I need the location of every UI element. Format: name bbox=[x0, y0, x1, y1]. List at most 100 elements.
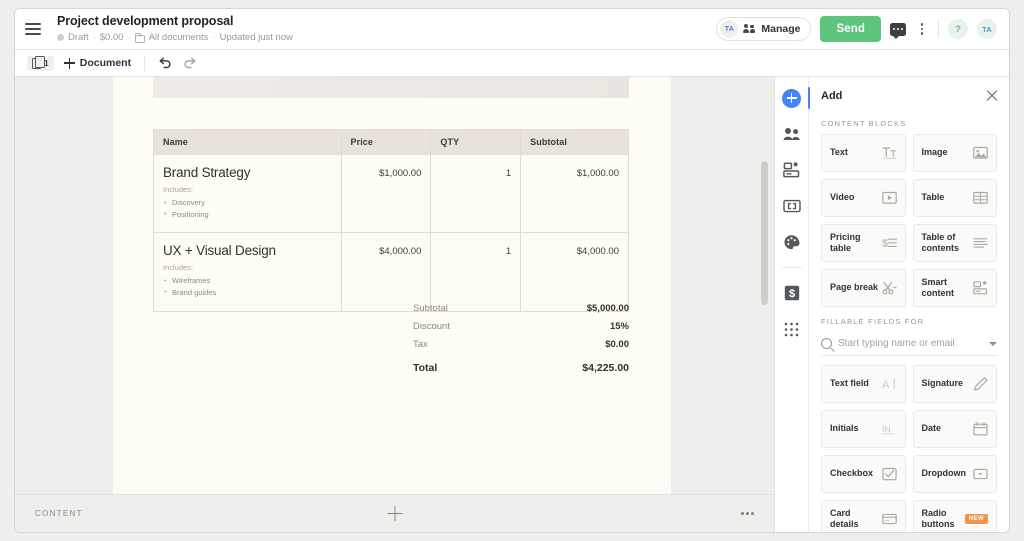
totals-row-discount: Discount 15% bbox=[413, 317, 629, 335]
pricing-table[interactable]: Name Price QTY Subtotal Brand Strategy I… bbox=[153, 129, 629, 312]
image-icon bbox=[973, 146, 988, 160]
document-amount: $0.00 bbox=[100, 33, 124, 43]
list-item: Wireframes bbox=[163, 275, 332, 287]
block-tile-pricing-table[interactable]: Pricing table $ bbox=[821, 224, 906, 262]
cell-name[interactable]: Brand Strategy Includes: Discovery Posit… bbox=[154, 155, 342, 233]
calendar-icon bbox=[973, 422, 988, 436]
page-count: 1 bbox=[44, 58, 49, 68]
app-root: Project development proposal Draft · $0.… bbox=[0, 0, 1024, 541]
text-field-icon: A bbox=[882, 377, 897, 391]
field-tile-date[interactable]: Date bbox=[913, 410, 998, 448]
rail-item-recipients[interactable] bbox=[781, 123, 803, 145]
page-title: Project development proposal bbox=[57, 15, 716, 29]
block-tile-table[interactable]: Table bbox=[913, 179, 998, 217]
grid-icon bbox=[784, 322, 799, 337]
document-canvas[interactable]: Name Price QTY Subtotal Brand Strategy I… bbox=[15, 77, 774, 532]
totals-row-total: Total $4,225.00 bbox=[413, 358, 629, 377]
block-tile-page-break[interactable]: Page break bbox=[821, 269, 906, 307]
card-icon bbox=[882, 512, 897, 526]
manage-button[interactable]: TA Manage bbox=[716, 17, 811, 41]
manage-label: Manage bbox=[761, 23, 800, 35]
rail-item-theme[interactable] bbox=[781, 231, 803, 253]
field-tile-radio-buttons[interactable]: Radio buttons NEW bbox=[913, 500, 998, 532]
list-item: Discovery bbox=[163, 197, 332, 209]
content-blocks-label: CONTENT BLOCKS bbox=[809, 109, 1009, 134]
document-meta: Project development proposal Draft · $0.… bbox=[57, 15, 716, 43]
svg-text:$: $ bbox=[788, 288, 794, 300]
plus-icon bbox=[64, 58, 75, 69]
separator: · bbox=[93, 33, 96, 43]
totals-value: 15% bbox=[610, 321, 629, 332]
table-header-row: Name Price QTY Subtotal bbox=[154, 130, 629, 155]
tile-label: Radio buttons bbox=[922, 508, 965, 531]
tile-label: Table of contents bbox=[922, 232, 974, 255]
divider bbox=[144, 56, 145, 71]
block-tile-table-of-contents[interactable]: Table of contents bbox=[913, 224, 998, 262]
svg-text:$: $ bbox=[882, 238, 888, 249]
tile-label: Checkbox bbox=[830, 468, 873, 479]
block-tile-video[interactable]: Video bbox=[821, 179, 906, 217]
document-page[interactable]: Name Price QTY Subtotal Brand Strategy I… bbox=[113, 77, 671, 505]
totals-label: Tax bbox=[413, 339, 428, 350]
column-header-name: Name bbox=[154, 130, 342, 155]
block-tile-text[interactable]: Text bbox=[821, 134, 906, 172]
rail-item-add-block[interactable] bbox=[781, 87, 803, 109]
recipient-search[interactable]: Start typing name or email bbox=[821, 332, 997, 356]
block-tile-smart-content[interactable]: Smart content bbox=[913, 269, 998, 307]
rail-item-variables[interactable] bbox=[781, 195, 803, 217]
user-avatar[interactable]: TA bbox=[977, 19, 997, 39]
updated-timestamp: Updated just now bbox=[220, 33, 293, 43]
redo-icon[interactable] bbox=[182, 57, 196, 69]
help-button[interactable]: ? bbox=[948, 19, 968, 39]
totals-value: $0.00 bbox=[605, 339, 629, 350]
hero-image[interactable] bbox=[153, 77, 629, 98]
add-content-button[interactable] bbox=[387, 506, 402, 521]
field-tile-dropdown[interactable]: Dropdown bbox=[913, 455, 998, 493]
totals-label: Discount bbox=[413, 321, 450, 332]
item-name: Brand Strategy bbox=[163, 165, 332, 180]
folder-name[interactable]: All documents bbox=[149, 33, 209, 43]
fillable-fields-label: FILLABLE FIELDS FOR bbox=[809, 307, 1009, 332]
close-icon[interactable] bbox=[985, 89, 999, 103]
cell-name[interactable]: UX + Visual Design Includes: Wireframes … bbox=[154, 233, 342, 311]
block-tile-image[interactable]: Image bbox=[913, 134, 998, 172]
search-input[interactable]: Start typing name or email bbox=[838, 338, 983, 349]
kebab-menu-icon[interactable] bbox=[915, 21, 929, 37]
svg-text:IN: IN bbox=[882, 424, 890, 434]
cell-qty[interactable]: 1 bbox=[431, 155, 521, 233]
totals-row-subtotal: Subtotal $5,000.00 bbox=[413, 299, 629, 317]
text-icon bbox=[882, 146, 897, 160]
totals-summary: Subtotal $5,000.00 Discount 15% Tax $0.0… bbox=[413, 299, 629, 377]
field-tile-text-field[interactable]: Text field A bbox=[821, 365, 906, 403]
totals-value: $5,000.00 bbox=[587, 303, 629, 314]
table-icon bbox=[973, 191, 988, 205]
rail-item-pricing[interactable]: $ bbox=[781, 282, 803, 304]
field-tile-signature[interactable]: Signature bbox=[913, 365, 998, 403]
page-count-chip[interactable]: 1 bbox=[27, 56, 54, 71]
table-of-contents-icon bbox=[973, 236, 988, 250]
add-document-button[interactable]: Document bbox=[64, 57, 131, 69]
field-tile-checkbox[interactable]: Checkbox bbox=[821, 455, 906, 493]
field-tile-card-details[interactable]: Card details bbox=[821, 500, 906, 532]
chevron-down-icon[interactable] bbox=[989, 342, 997, 346]
hamburger-icon[interactable] bbox=[25, 18, 47, 40]
cell-subtotal[interactable]: $1,000.00 bbox=[521, 155, 629, 233]
initials-icon: IN bbox=[882, 422, 897, 436]
table-row[interactable]: Brand Strategy Includes: Discovery Posit… bbox=[154, 155, 629, 233]
canvas-scrollbar[interactable] bbox=[761, 77, 768, 532]
scrollbar-thumb[interactable] bbox=[761, 161, 768, 305]
chat-icon[interactable] bbox=[890, 23, 906, 36]
plus-circle-icon bbox=[782, 89, 801, 108]
scissors-icon bbox=[882, 281, 897, 295]
totals-row-tax: Tax $0.00 bbox=[413, 335, 629, 353]
rail-item-smart-content[interactable] bbox=[781, 159, 803, 181]
send-button[interactable]: Send bbox=[820, 16, 881, 42]
more-dots-icon[interactable] bbox=[741, 512, 754, 515]
item-includes-label: Includes: bbox=[163, 263, 332, 272]
folder-icon bbox=[135, 35, 145, 43]
undo-icon[interactable] bbox=[158, 57, 172, 69]
fillable-fields-grid: Text field A Signature bbox=[809, 365, 1009, 532]
rail-item-library[interactable] bbox=[781, 318, 803, 340]
field-tile-initials[interactable]: Initials IN bbox=[821, 410, 906, 448]
cell-price[interactable]: $1,000.00 bbox=[341, 155, 431, 233]
